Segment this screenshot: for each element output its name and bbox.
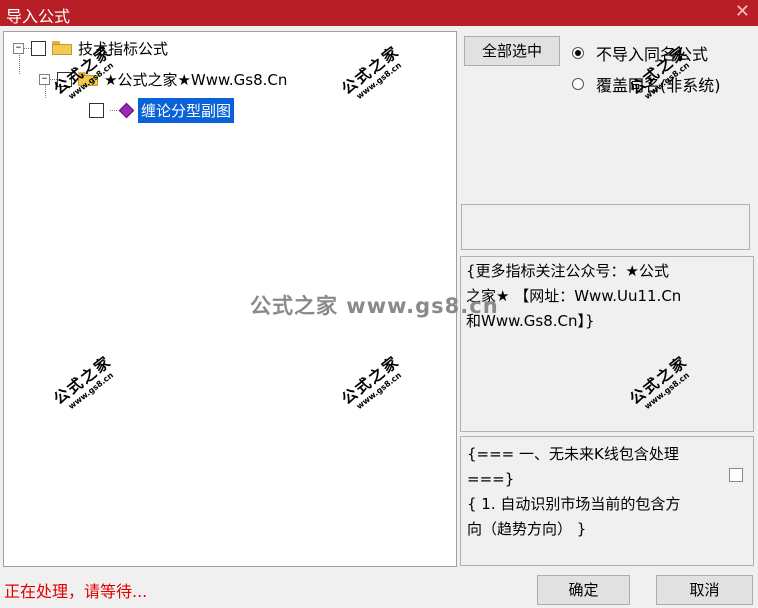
ok-button[interactable]: 确定 <box>537 575 630 605</box>
info-line: {更多指标关注公众号：★公式 <box>466 262 669 280</box>
preview-text: {=== 一、无未来K线包含处理 ===} { 1. 自动识别市场当前的包含方 … <box>467 442 680 542</box>
select-all-button[interactable]: 全部选中 <box>464 36 560 66</box>
close-icon[interactable]: ✕ <box>735 1 750 22</box>
window-title: 导入公式 <box>6 7 71 26</box>
preview-line: {=== 一、无未来K线包含处理 <box>467 445 679 463</box>
tree-label-child: ★公式之家★Www.Gs8.Cn <box>104 70 288 89</box>
folder-icon <box>52 41 72 55</box>
collapse-icon[interactable]: − <box>39 73 50 85</box>
collapse-icon[interactable]: − <box>13 42 24 54</box>
title-bar: 导入公式 ✕ <box>0 0 758 26</box>
preview-line: ===} <box>467 470 515 488</box>
status-text: 正在处理，请等待... <box>4 582 148 601</box>
tree-label-leaf[interactable]: 缠论分型副图 <box>138 97 235 123</box>
preview-line: { 1. 自动识别市场当前的包含方 <box>467 495 681 513</box>
radio-dot[interactable] <box>572 78 584 90</box>
preview-checkbox[interactable] <box>729 468 743 482</box>
formula-preview-panel: {=== 一、无未来K线包含处理 ===} { 1. 自动识别市场当前的包含方 … <box>460 436 754 566</box>
tree-connector <box>110 109 117 111</box>
radio-dot[interactable] <box>572 47 584 59</box>
empty-field <box>461 204 750 250</box>
preview-line: 向（趋势方向） } <box>467 520 587 538</box>
watermark-center: 公式之家 www.gs8.cn <box>250 294 499 318</box>
tree-connector <box>24 47 31 49</box>
cancel-button[interactable]: 取消 <box>656 575 753 605</box>
tree-node-leaf[interactable]: 缠论分型副图 <box>89 97 235 123</box>
tree-checkbox-leaf[interactable] <box>89 102 104 118</box>
tree-checkbox-root[interactable] <box>31 40 46 56</box>
formula-icon <box>118 102 135 118</box>
info-panel: {更多指标关注公众号：★公式 之家★ 【网址：Www.Uu11.Cn 和Www.… <box>460 256 754 432</box>
